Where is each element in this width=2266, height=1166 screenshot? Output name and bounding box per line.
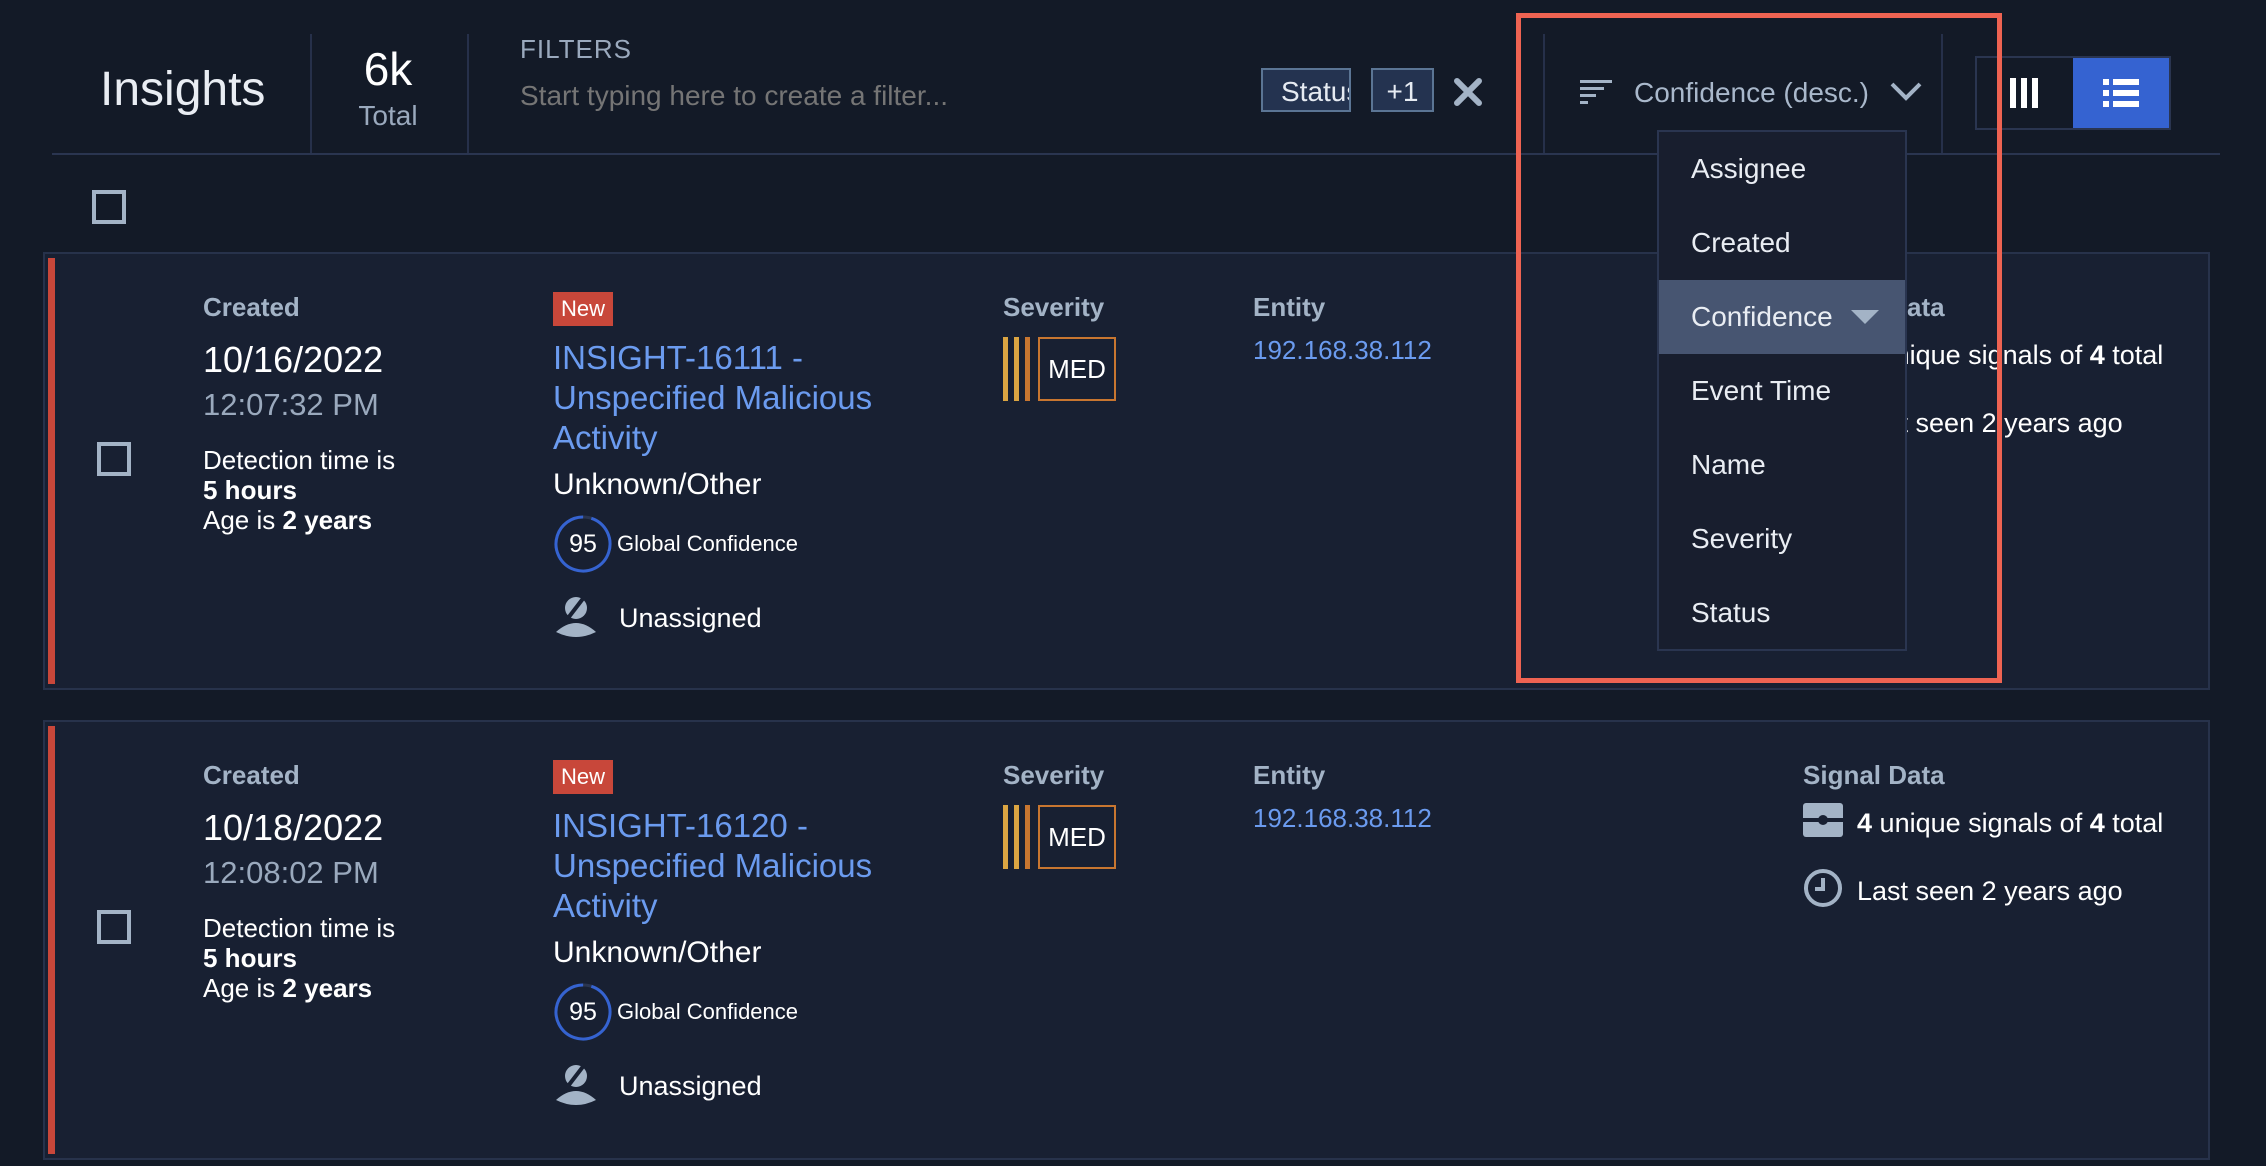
entity-link[interactable]: 192.168.38.112 [1253,335,1432,366]
detection-info: Detection time is 5 hours Age is 2 years [203,913,396,1003]
sort-dropdown-button[interactable]: Confidence (desc.) [1580,70,1923,116]
assignee[interactable]: Unassigned [553,592,953,645]
sort-option-created[interactable]: Created [1659,206,1905,280]
detection-time: 5 hours [203,475,297,505]
confidence-ring-icon: 95 [553,514,613,574]
severity-indicator: MED [1003,337,1116,401]
header-divider [1941,34,1943,154]
detection-time: 5 hours [203,943,297,973]
severity-bar [1025,337,1030,401]
assignee[interactable]: Unassigned [553,1060,953,1113]
filters-label: FILTERS [520,34,632,64]
severity-bar [1003,805,1008,869]
filter-input[interactable] [520,80,1220,112]
signal-data-label: Signal Data [1803,760,1945,790]
severity-value: MED [1038,805,1116,869]
columns-view-button[interactable] [1977,58,2073,128]
severity-bar [1003,337,1008,401]
sort-option-status[interactable]: Status [1659,576,1905,650]
columns-icon [2010,78,2038,108]
created-time: 12:07:32 PM [203,387,379,422]
filter-chip-status[interactable]: Status [1261,68,1351,112]
status-badge: New [553,760,614,794]
severity-accent-bar [48,258,55,684]
filter-chip-more[interactable]: +1 [1371,68,1434,112]
entity-link[interactable]: 192.168.38.112 [1253,803,1432,834]
chevron-down-icon [1889,79,1923,108]
header-divider [1543,34,1545,154]
sort-option-name[interactable]: Name [1659,428,1905,502]
insight-category: Unknown/Other [553,468,762,501]
row-checkbox[interactable] [97,442,131,476]
header-divider [310,34,312,154]
insight-title-link[interactable]: INSIGHT-16120 - Unspecified Malicious Ac… [553,806,953,926]
insight-card[interactable]: Created 10/18/2022 12:08:02 PM Detection… [43,720,2210,1160]
signal-icon [1803,803,1843,844]
total-count: 6k [363,43,413,95]
global-confidence: 95 Global Confidence [553,982,953,1042]
created-label: Created [203,292,300,322]
sort-icon [1580,78,1614,109]
sort-option-event-time[interactable]: Event Time [1659,354,1905,428]
clear-filters-icon[interactable] [1448,72,1488,112]
sort-menu: Assignee Created Confidence Event Time N… [1657,130,1907,651]
created-label: Created [203,760,300,790]
sort-desc-caret-icon [1850,310,1879,324]
sort-option-assignee[interactable]: Assignee [1659,132,1905,206]
created-date: 10/18/2022 [203,807,384,848]
severity-value: MED [1038,337,1116,401]
confidence-ring-icon: 95 [553,982,613,1042]
header-divider [467,34,469,154]
age-value: 2 years [282,505,373,535]
sort-label: Confidence (desc.) [1634,77,1870,108]
unassigned-user-icon [553,592,599,645]
entity-label: Entity [1253,292,1326,322]
severity-bar [1014,337,1019,401]
severity-bar [1014,805,1019,869]
status-badge: New [553,292,614,326]
severity-accent-bar [48,726,55,1154]
severity-indicator: MED [1003,805,1116,869]
created-time: 12:08:02 PM [203,855,379,890]
sort-option-severity[interactable]: Severity [1659,502,1905,576]
age-value: 2 years [282,973,373,1003]
severity-bar [1025,805,1030,869]
list-icon [2103,79,2139,107]
total-label: Total [358,100,418,131]
clock-icon [1803,868,1843,915]
row-checkbox[interactable] [97,910,131,944]
last-seen: Last seen 2 years ago [1803,868,2163,915]
unassigned-user-icon [553,1060,599,1113]
page-title: Insights [100,63,266,116]
sort-option-confidence[interactable]: Confidence [1659,280,1905,354]
created-date: 10/16/2022 [203,339,384,380]
signal-count: 4 unique signals of 4 total [1803,803,2163,844]
insight-category: Unknown/Other [553,936,762,969]
entity-label: Entity [1253,760,1326,790]
severity-label: Severity [1003,292,1105,322]
view-mode-toggle [1975,56,2171,130]
global-confidence: 95 Global Confidence [553,514,953,574]
select-all-checkbox[interactable] [92,190,126,224]
detection-info: Detection time is 5 hours Age is 2 years [203,445,396,535]
list-view-button[interactable] [2073,58,2169,128]
severity-label: Severity [1003,760,1105,790]
insight-title-link[interactable]: INSIGHT-16111 - Unspecified Malicious Ac… [553,338,953,458]
